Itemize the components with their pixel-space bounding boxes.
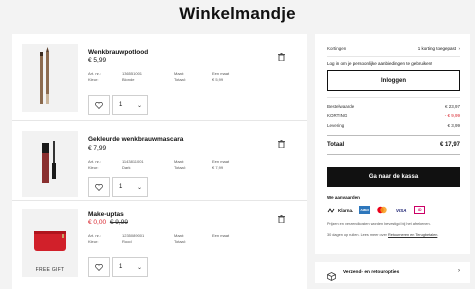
return-note: 30 dagen op ruilen. Lees meer over Retou… (327, 233, 439, 237)
afterpay-icon (327, 207, 335, 213)
product-price: € 5,99 (88, 57, 107, 64)
heart-icon (95, 183, 103, 191)
quantity-value: 1 (119, 184, 123, 190)
totaal-label: Totaal: (174, 164, 186, 170)
discounts-value: 1 korting toegepast (417, 46, 456, 51)
checkout-button[interactable]: Ga naar de kassa (327, 167, 460, 187)
quantity-value: 1 (119, 102, 123, 108)
product-image-makeup-bag[interactable]: FREE GIFT (22, 209, 78, 277)
subtotal-row: Bestelwaarde € 23,97 (327, 104, 460, 109)
delivery-label: Levering (327, 123, 345, 128)
product-image-brow-pencil[interactable] (22, 44, 78, 112)
visa-logo: VISA (396, 207, 407, 213)
login-button[interactable]: Inloggen (327, 70, 460, 91)
kleur-value: Rood (122, 238, 132, 244)
trash-icon[interactable] (278, 135, 285, 149)
art-nr-label: Art. nr.: (88, 71, 101, 76)
art-nr-label: Art. nr.: (88, 159, 101, 164)
kleur-label: Kleur: (88, 164, 99, 170)
chevron-right-icon: › (457, 46, 461, 51)
art-nr-value: 1143811001 (122, 159, 144, 164)
total-label: Totaal (327, 142, 345, 148)
cart-item: Wenkbrauwpotlood € 5,99 Art. nr.: Kleur:… (12, 34, 307, 121)
trash-icon[interactable] (278, 210, 285, 224)
mastercard-logo (376, 206, 388, 214)
discount-row: KORTING - € 9,99 (327, 113, 460, 118)
product-image-brow-mascara[interactable] (22, 131, 78, 197)
heart-icon (95, 101, 103, 109)
package-icon (327, 268, 336, 286)
wishlist-button[interactable] (88, 95, 110, 115)
art-nr-label: Art. nr.: (88, 233, 101, 238)
delivery-value: € 3,99 (447, 123, 460, 128)
delivery-row: Levering € 3,99 (327, 123, 460, 128)
sale-price: € 0,00 (88, 219, 107, 226)
shipping-options-row[interactable]: Verzend- en retouropties › (315, 262, 470, 283)
wishlist-button[interactable] (88, 177, 110, 197)
chevron-down-icon: ⌄ (136, 185, 142, 191)
cart-items-panel: Wenkbrauwpotlood € 5,99 Art. nr.: Kleur:… (12, 34, 307, 289)
discount-value: - € 9,99 (444, 113, 460, 118)
payment-methods: Klarna. AMEX VISA iD (327, 204, 426, 216)
total-row: Totaal € 17,97 (327, 142, 460, 148)
maat-value: Een maat (212, 159, 230, 164)
quantity-select[interactable]: 1 ⌄ (112, 95, 148, 115)
cart-item: Gekleurde wenkbrauwmascara € 7,99 Art. n… (12, 121, 307, 201)
quantity-select[interactable]: 1 ⌄ (112, 257, 148, 277)
cart-item: FREE GIFT Make-uptas € 0,00 € 9,99 Art. … (12, 201, 307, 289)
divider (327, 135, 460, 136)
kleur-label: Kleur: (88, 76, 99, 82)
payment-methods-label: We aanvaarden (327, 195, 360, 200)
product-price: € 7,99 (88, 145, 107, 152)
totaal-label: Totaal: (174, 238, 186, 244)
price-note: Prijzen en verzendkosten worden bevestig… (327, 222, 431, 226)
login-note: Log in om je persoonlijke aanbiedingen t… (327, 61, 433, 66)
product-name[interactable]: Gekleurde wenkbrauwmascara (88, 136, 183, 143)
afterpay-klarna-logo: Klarna. (327, 206, 353, 214)
divider (327, 97, 460, 98)
divider (327, 56, 460, 57)
discount-label: KORTING (327, 113, 348, 118)
kleur-value: Dark (122, 164, 131, 170)
total-value: € 17,97 (439, 142, 460, 148)
quantity-value: 1 (119, 264, 123, 270)
art-nr-value: 1235089001 (122, 233, 145, 238)
art-nr-value: 136551001 (122, 71, 143, 76)
quantity-select[interactable]: 1 ⌄ (112, 177, 148, 197)
heart-icon (95, 263, 103, 271)
chevron-down-icon: ⌄ (136, 103, 142, 109)
discounts-label: Kortingen (327, 46, 347, 51)
amex-logo: AMEX (359, 206, 371, 214)
totaal-value: € 7,99 (212, 164, 224, 170)
maat-value: Een maat (212, 71, 230, 76)
divider (327, 154, 460, 155)
ideal-logo: iD (414, 206, 426, 214)
order-summary-panel: Kortingen 1 korting toegepast › Log in o… (315, 34, 470, 254)
totaal-value: € 5,99 (212, 76, 224, 82)
discounts-row[interactable]: Kortingen 1 korting toegepast › (327, 46, 460, 51)
trash-icon[interactable] (278, 48, 285, 62)
totaal-label: Totaal: (174, 76, 186, 82)
maat-value: Een maat (212, 233, 230, 238)
subtotal-value: € 23,97 (444, 104, 460, 109)
kleur-label: Kleur: (88, 238, 99, 244)
wishlist-button[interactable] (88, 257, 110, 277)
chevron-right-icon: › (458, 268, 460, 274)
product-name[interactable]: Wenkbrauwpotlood (88, 49, 148, 56)
free-gift-badge: FREE GIFT (35, 267, 65, 273)
returns-link[interactable]: Retourneren en Terugbetalen (388, 233, 437, 237)
original-price: € 9,99 (109, 219, 128, 226)
chevron-down-icon: ⌄ (136, 265, 142, 271)
kleur-value: Blonde (122, 76, 135, 82)
subtotal-label: Bestelwaarde (327, 104, 355, 109)
shipping-options-label: Verzend- en retouropties (343, 270, 400, 275)
product-name[interactable]: Make-uptas (88, 211, 124, 218)
page-title: Winkelmandje (179, 4, 296, 23)
product-price: € 0,00 € 9,99 (88, 219, 128, 226)
